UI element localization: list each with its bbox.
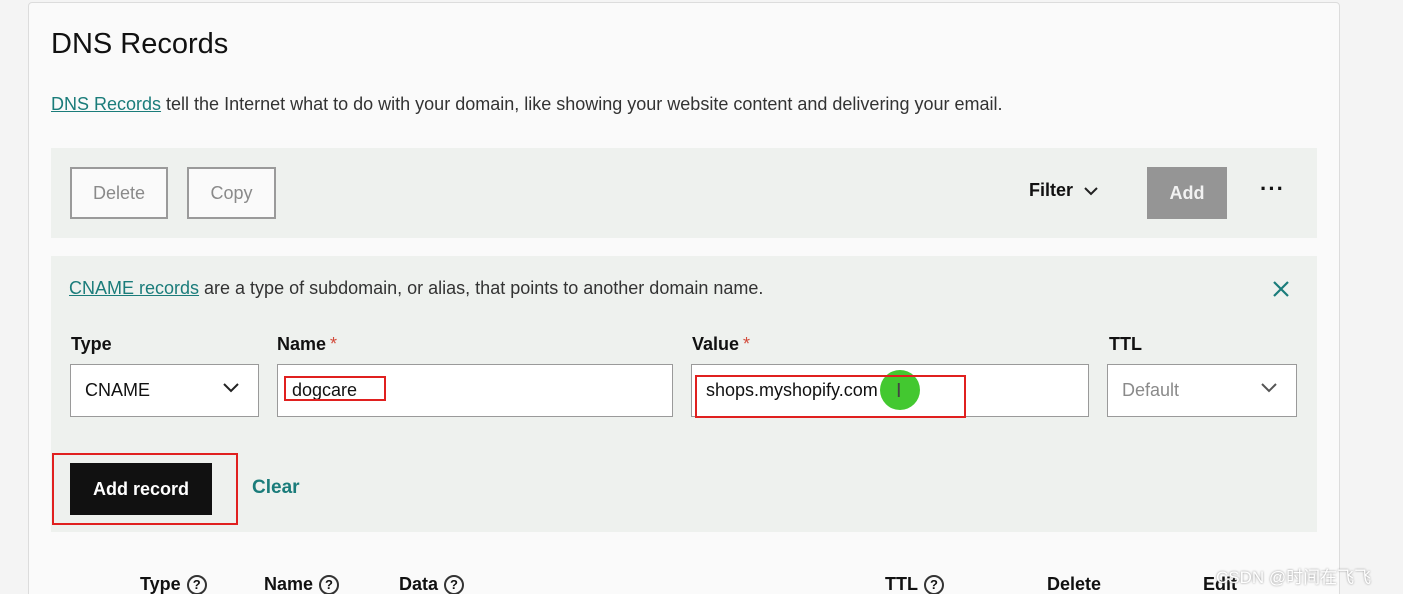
add-button[interactable]: Add	[1147, 167, 1227, 219]
ttl-select[interactable]: Default	[1107, 364, 1297, 417]
intro-text: DNS Records tell the Internet what to do…	[51, 94, 1003, 115]
column-header-data[interactable]: Data?	[399, 574, 465, 594]
chevron-down-icon	[1084, 186, 1098, 195]
close-icon[interactable]	[1270, 278, 1292, 300]
column-header-label: Data	[399, 574, 439, 594]
column-header-label: Name	[264, 574, 314, 594]
required-marker: *	[743, 334, 751, 354]
filter-dropdown[interactable]: Filter	[1029, 180, 1099, 201]
chevron-down-icon	[1261, 383, 1277, 393]
name-label: Name *	[277, 334, 337, 355]
watermark: CSDN @时间在飞飞	[1216, 568, 1372, 587]
cname-note-text: are a type of subdomain, or alias, that …	[199, 278, 764, 298]
name-highlight-box	[284, 376, 386, 401]
dns-records-link[interactable]: DNS Records	[51, 94, 161, 114]
column-header-label: Type	[140, 574, 181, 594]
column-header-name[interactable]: Name?	[264, 574, 340, 594]
value-highlight-box	[695, 375, 966, 418]
ttl-select-value: Default	[1122, 380, 1180, 400]
delete-button[interactable]: Delete	[70, 167, 168, 219]
type-select[interactable]: CNAME	[70, 364, 259, 417]
column-header-label: TTL	[885, 574, 918, 594]
chevron-down-icon	[223, 383, 239, 393]
required-marker: *	[330, 334, 338, 354]
cname-note: CNAME records are a type of subdomain, o…	[69, 278, 763, 299]
name-label-text: Name	[277, 334, 327, 354]
add-record-button[interactable]: Add record	[70, 463, 212, 515]
page-title: DNS Records	[51, 28, 229, 60]
column-header-ttl[interactable]: TTL?	[885, 574, 944, 594]
type-select-value: CNAME	[85, 380, 151, 400]
cname-records-link[interactable]: CNAME records	[69, 278, 199, 298]
ttl-label: TTL	[1109, 334, 1142, 354]
value-label: Value *	[692, 334, 750, 355]
type-label: Type	[71, 334, 112, 354]
more-options-icon[interactable]: ···	[1260, 176, 1285, 202]
copy-button[interactable]: Copy	[187, 167, 276, 219]
column-header-delete: Delete	[1047, 574, 1102, 594]
value-label-text: Value	[692, 334, 740, 354]
help-icon[interactable]: ?	[319, 574, 340, 594]
help-icon[interactable]: ?	[186, 574, 207, 594]
clear-button[interactable]: Clear	[252, 477, 300, 499]
column-header-type[interactable]: Type?	[140, 574, 207, 594]
intro-description: tell the Internet what to do with your d…	[161, 94, 1003, 114]
filter-label: Filter	[1029, 180, 1074, 200]
help-icon[interactable]: ?	[444, 574, 465, 594]
help-icon[interactable]: ?	[924, 574, 944, 594]
